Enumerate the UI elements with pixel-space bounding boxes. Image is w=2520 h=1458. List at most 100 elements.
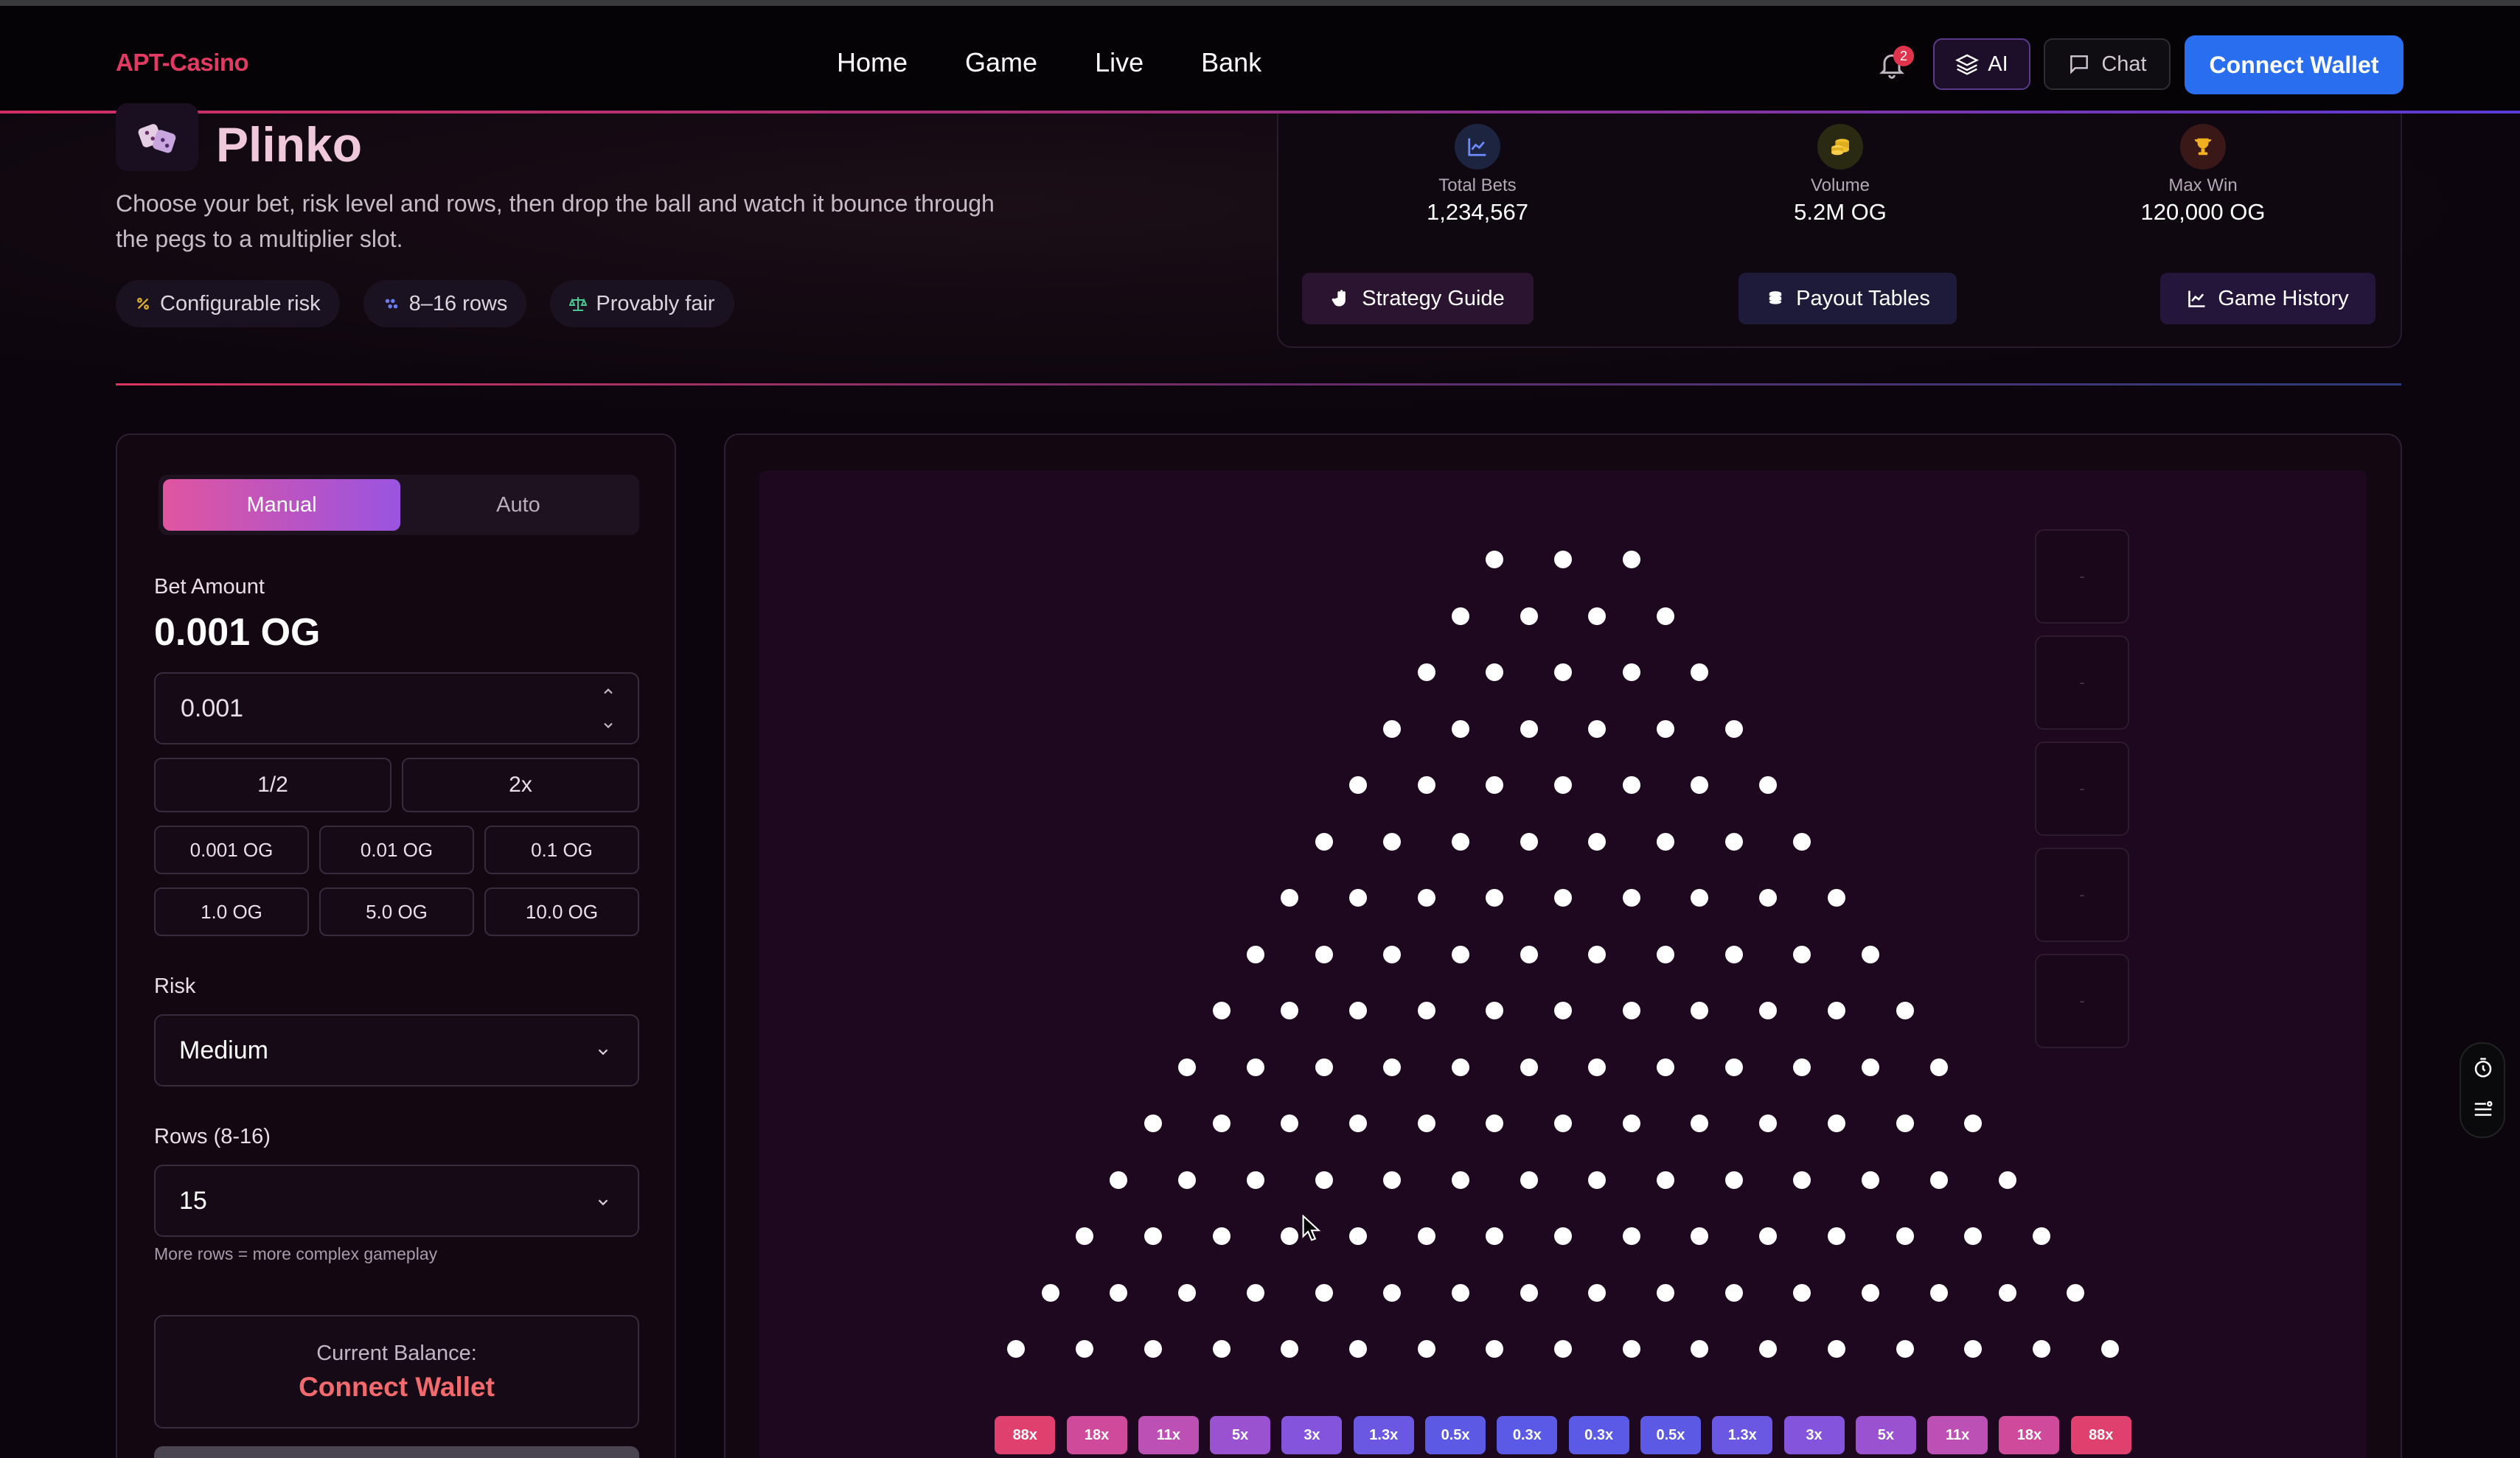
peg [1827, 1115, 1845, 1132]
peg [1451, 607, 1469, 625]
preset-button[interactable]: 5.0 OG [319, 887, 474, 936]
multiplier-slot: 0.3x [1497, 1416, 1558, 1454]
peg [1554, 776, 1572, 794]
peg [1759, 1115, 1778, 1132]
chevron-down-icon[interactable] [601, 718, 616, 733]
notifications-button[interactable]: 2 [1877, 46, 1914, 81]
peg [1862, 1171, 1880, 1189]
side-dock [2460, 1042, 2505, 1138]
peg [1451, 1171, 1469, 1189]
peg [2032, 1340, 2050, 1358]
balance-connect-link[interactable]: Connect Wallet [156, 1372, 638, 1403]
peg [1724, 1283, 1743, 1302]
peg [1622, 1340, 1640, 1358]
peg [1793, 832, 1811, 851]
peg [2032, 1227, 2050, 1245]
peg [1964, 1227, 1983, 1245]
peg [1759, 889, 1778, 907]
chat-icon [2070, 55, 2089, 74]
peg [1451, 1058, 1469, 1076]
peg [1793, 1283, 1811, 1302]
half-bet-button[interactable]: 1/2 [154, 758, 391, 812]
peg [1657, 607, 1675, 625]
multiplier-slot: 0.3x [1568, 1416, 1629, 1454]
preset-button[interactable]: 0.01 OG [319, 826, 474, 874]
peg [1383, 832, 1402, 851]
rows-select[interactable]: 15 [154, 1165, 639, 1237]
peg [1076, 1227, 1094, 1245]
strategy-guide-button[interactable]: Strategy Guide [1302, 273, 1534, 324]
browser-top-strip [0, 0, 2520, 6]
peg [1554, 1340, 1572, 1358]
nav-home[interactable]: Home [837, 47, 908, 78]
peg [1041, 1283, 1059, 1302]
list-settings-icon[interactable] [2472, 1098, 2494, 1120]
payout-tables-button[interactable]: Payout Tables [1738, 273, 1957, 324]
preset-button[interactable]: 0.1 OG [484, 826, 639, 874]
balance-label: Current Balance: [316, 1342, 477, 1365]
bet-amount-input[interactable]: 0.001 [154, 672, 639, 744]
peg [2100, 1340, 2119, 1358]
peg [1588, 1058, 1607, 1076]
tag-label: Provably fair [596, 291, 715, 315]
nav-live[interactable]: Live [1095, 47, 1144, 78]
peg [1827, 889, 1845, 907]
stopwatch-icon[interactable] [2472, 1057, 2494, 1079]
peg [1178, 1171, 1197, 1189]
peg [1110, 1283, 1128, 1302]
peg [1281, 1340, 1299, 1358]
chevron-down-icon [598, 1199, 608, 1206]
stat-max-win: Max Win 120,000 OG [2092, 124, 2314, 226]
section-divider [116, 383, 2401, 386]
multiplier-slot: 18x [1066, 1416, 1127, 1454]
peg [1554, 551, 1572, 568]
peg [1212, 1115, 1231, 1132]
feature-tags: Configurable risk 8–16 rows Provably fai… [116, 280, 734, 327]
nav-bank[interactable]: Bank [1201, 47, 1261, 78]
tab-manual[interactable]: Manual [163, 479, 400, 531]
chat-button[interactable]: Chat [2044, 38, 2171, 90]
rows-hint: More rows = more complex gameplay [154, 1244, 438, 1263]
multiplier-slot: 88x [995, 1416, 1056, 1454]
double-bet-button[interactable]: 2x [402, 758, 639, 812]
game-history-button[interactable]: Game History [2160, 273, 2375, 324]
peg [1724, 945, 1743, 963]
logo[interactable]: APT-Casino [116, 49, 249, 77]
peg [1588, 1283, 1607, 1302]
history-cell: - [2035, 742, 2129, 836]
ai-button[interactable]: AI [1933, 38, 2030, 90]
peg [1246, 1283, 1264, 1302]
coins-icon [1817, 124, 1863, 170]
peg [1657, 1283, 1675, 1302]
connect-wallet-button[interactable]: Connect Wallet [2185, 35, 2404, 94]
preset-button[interactable]: 1.0 OG [154, 887, 309, 936]
peg [1520, 607, 1538, 625]
peg [1246, 1058, 1264, 1076]
peg [1348, 776, 1367, 794]
multiplier-slot: 11x [1927, 1416, 1988, 1454]
peg [1144, 1340, 1162, 1358]
multiplier-slot: 1.3x [1712, 1416, 1773, 1454]
peg [1383, 719, 1402, 738]
peg [1657, 1171, 1675, 1189]
peg [1998, 1283, 2016, 1302]
tab-auto[interactable]: Auto [400, 479, 636, 531]
nav-game[interactable]: Game [965, 47, 1037, 78]
peg [1451, 1283, 1469, 1302]
risk-select[interactable]: Medium [154, 1014, 639, 1086]
bet-amount-display: 0.001 OG [154, 611, 321, 654]
game-history-label: Game History [2218, 286, 2349, 310]
peg [1896, 1227, 1914, 1245]
bet-button[interactable] [154, 1446, 639, 1458]
peg [1315, 1058, 1333, 1076]
peg [1417, 889, 1435, 907]
chevron-up-icon[interactable] [601, 684, 616, 699]
preset-button[interactable]: 10.0 OG [484, 887, 639, 936]
stat-total-bets: Total Bets 1,234,567 [1367, 124, 1588, 226]
multiplier-slot: 1.3x [1353, 1416, 1414, 1454]
payout-tables-label: Payout Tables [1796, 286, 1930, 310]
risk-label: Risk [154, 974, 196, 998]
preset-button[interactable]: 0.001 OG [154, 826, 309, 874]
peg [1520, 1058, 1538, 1076]
peg [1759, 1227, 1778, 1245]
